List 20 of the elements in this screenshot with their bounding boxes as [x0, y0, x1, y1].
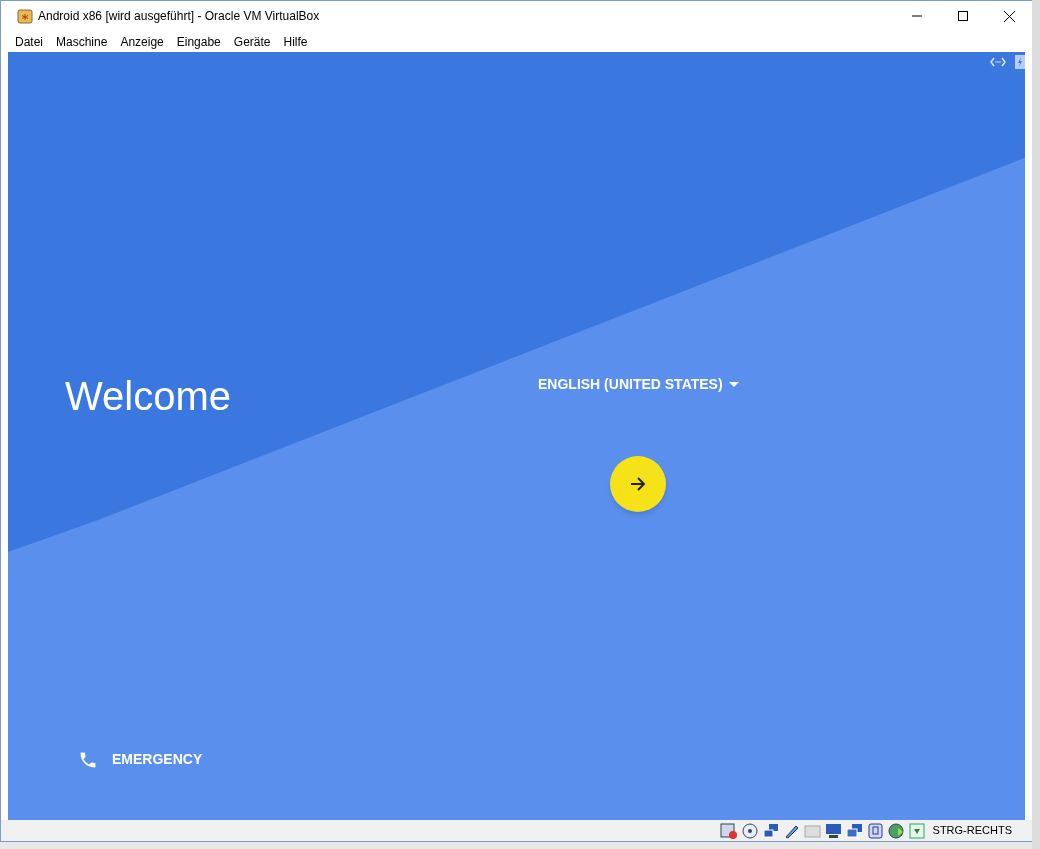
- menu-item[interactable]: Anzeige: [115, 32, 169, 51]
- menu-item[interactable]: Datei: [10, 32, 48, 51]
- host-key-label: STRG-RECHTS: [932, 823, 1012, 839]
- network-icon: [761, 822, 780, 839]
- menu-item[interactable]: Geräte: [228, 32, 276, 51]
- welcome-heading: Welcome: [65, 373, 231, 420]
- close-icon: [1003, 10, 1015, 22]
- arrow-right-icon: [630, 476, 646, 492]
- window-title: Android x86 [wird ausgeführt] - Oracle VM VirtualBox: [38, 8, 320, 25]
- caret-icon: [728, 382, 739, 387]
- maximize-icon: [958, 11, 968, 21]
- folder-icon: [803, 822, 822, 839]
- app-icon: [17, 8, 33, 24]
- display-icon: [824, 822, 843, 839]
- menu-item[interactable]: Hilfe: [278, 32, 313, 51]
- menu-item[interactable]: Eingabe: [171, 32, 226, 51]
- code-icon: [990, 57, 1006, 67]
- chip-icon: [866, 822, 885, 839]
- screens-icon: [845, 822, 864, 839]
- menu-item[interactable]: Maschine: [51, 32, 113, 51]
